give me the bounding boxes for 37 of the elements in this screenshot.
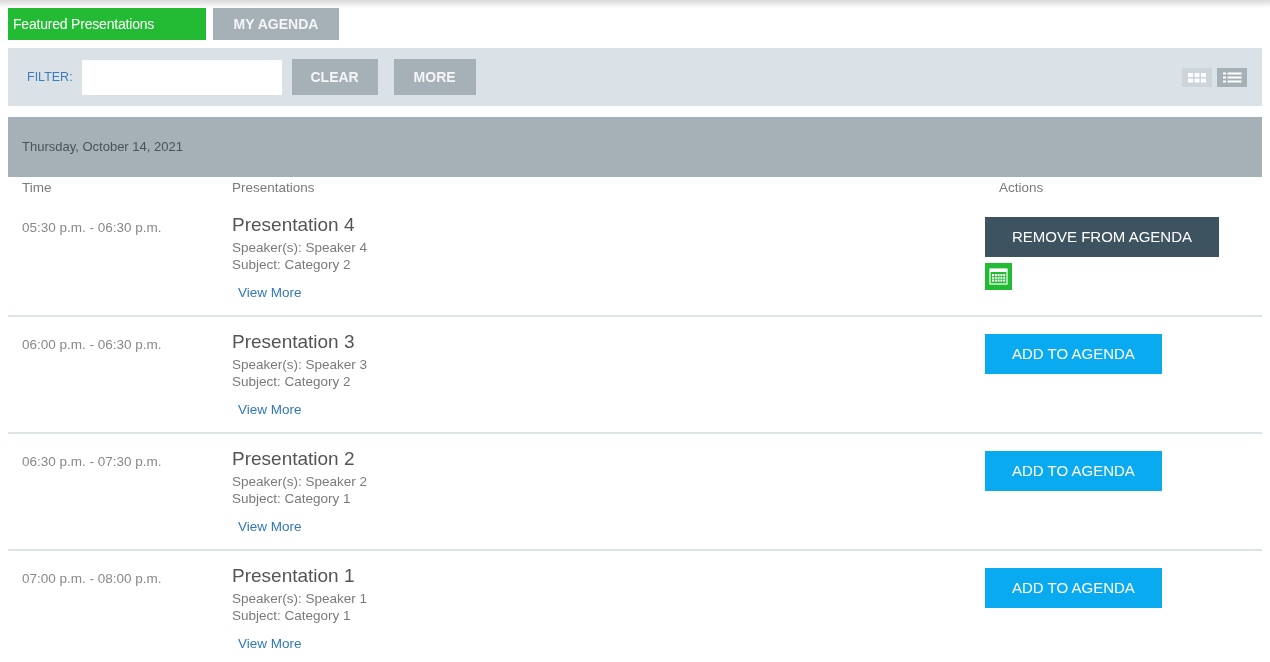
subject-text: Subject: Category 1	[232, 607, 351, 624]
time-text: 05:30 p.m. - 06:30 p.m.	[22, 220, 162, 235]
list-view-icon[interactable]	[1217, 67, 1247, 87]
presentation-title: Presentation 1	[232, 565, 355, 587]
filter-input[interactable]	[81, 59, 282, 95]
view-more-link[interactable]: View More	[238, 518, 302, 535]
column-header: Time	[22, 179, 53, 198]
time-text: 06:30 p.m. - 07:30 p.m.	[22, 454, 162, 469]
time-text: 06:00 p.m. - 06:30 p.m.	[22, 337, 162, 352]
filter-button[interactable]: MORE	[393, 59, 476, 95]
tab[interactable]: MY AGENDA	[213, 8, 339, 40]
presentation-title: Presentation 2	[232, 448, 355, 470]
presentation-title: Presentation 4	[232, 214, 355, 236]
grid-view-icon[interactable]	[1182, 67, 1212, 87]
speaker-text: Speaker(s): Speaker 2	[232, 473, 368, 490]
filter-label: FILTER:	[27, 68, 73, 86]
add-to-agenda-button[interactable]: ADD TO AGENDA	[985, 451, 1162, 491]
subject-text: Subject: Category 1	[232, 490, 351, 507]
speaker-text: Speaker(s): Speaker 3	[232, 356, 368, 373]
date-text: Thursday, October 14, 2021	[22, 138, 183, 157]
time-text: 07:00 p.m. - 08:00 p.m.	[22, 571, 162, 586]
add-to-agenda-button[interactable]: ADD TO AGENDA	[985, 334, 1162, 374]
view-more-link[interactable]: View More	[238, 635, 302, 652]
presentation-title: Presentation 3	[232, 331, 355, 353]
add-to-agenda-button[interactable]: ADD TO AGENDA	[985, 568, 1162, 608]
calendar-icon[interactable]	[985, 263, 1012, 290]
filter-button[interactable]: CLEAR	[291, 59, 378, 95]
subject-text: Subject: Category 2	[232, 373, 351, 390]
speaker-text: Speaker(s): Speaker 4	[232, 239, 368, 256]
remove-from-agenda-button[interactable]: REMOVE FROM AGENDA	[985, 217, 1220, 257]
subject-text: Subject: Category 2	[232, 256, 351, 273]
speaker-text: Speaker(s): Speaker 1	[232, 590, 368, 607]
column-header: Presentations	[232, 179, 316, 198]
column-header: Actions	[999, 179, 1045, 198]
view-more-link[interactable]: View More	[238, 284, 302, 301]
tab[interactable]: Featured Presentations	[8, 8, 206, 40]
view-more-link[interactable]: View More	[238, 401, 302, 418]
